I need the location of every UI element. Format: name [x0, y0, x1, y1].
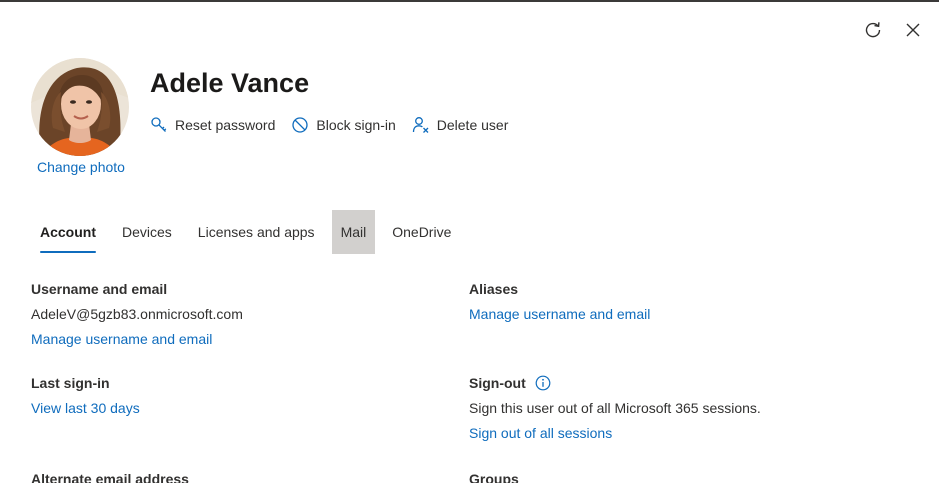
alternate-email-title: Alternate email address [31, 471, 189, 483]
profile-photo [31, 58, 129, 156]
avatar [31, 58, 129, 156]
manage-username-link[interactable]: Manage username and email [31, 331, 243, 347]
last-sign-in-section: Last sign-in View last 30 days [31, 375, 140, 416]
groups-section: Groups [469, 471, 519, 483]
aliases-title: Aliases [469, 281, 519, 297]
username-value: AdeleV@5gzb83.onmicrosoft.com [31, 306, 243, 322]
username-email-title: Username and email [31, 281, 168, 297]
close-icon[interactable] [902, 19, 924, 41]
tab-onedrive[interactable]: OneDrive [383, 210, 460, 254]
info-icon[interactable] [535, 375, 551, 391]
sign-out-section: Sign-out Sign this user out of all Micro… [469, 375, 761, 441]
tab-mail[interactable]: Mail [331, 210, 376, 254]
block-icon [291, 116, 309, 134]
change-photo-link[interactable]: Change photo [37, 159, 125, 175]
sign-out-all-sessions-link[interactable]: Sign out of all sessions [469, 425, 761, 441]
last-sign-in-title: Last sign-in [31, 375, 110, 391]
tab-devices[interactable]: Devices [113, 210, 181, 254]
delete-user-icon [412, 116, 430, 134]
user-details-panel: Change photo Adele Vance Reset password … [0, 0, 939, 483]
reset-password-label: Reset password [175, 117, 276, 133]
delete-user-label: Delete user [436, 117, 509, 133]
sign-out-title-row: Sign-out [469, 375, 761, 391]
block-sign-in-label: Block sign-in [316, 117, 396, 133]
reset-password-button[interactable]: Reset password [150, 116, 275, 134]
tab-bar: Account Devices Licenses and apps Mail O… [31, 210, 468, 254]
panel-top-actions [862, 19, 924, 41]
tab-licenses-and-apps[interactable]: Licenses and apps [189, 210, 324, 254]
block-sign-in-button[interactable]: Block sign-in [291, 116, 396, 134]
manage-aliases-link[interactable]: Manage username and email [469, 306, 650, 322]
user-display-name: Adele Vance [150, 68, 310, 98]
username-email-section: Username and email AdeleV@5gzb83.onmicro… [31, 281, 243, 347]
sign-out-title: Sign-out [469, 375, 526, 391]
sign-out-description: Sign this user out of all Microsoft 365 … [469, 400, 761, 416]
aliases-section: Aliases Manage username and email [469, 281, 650, 322]
key-icon [150, 116, 168, 134]
user-action-bar: Reset password Block sign-in Delete user [150, 116, 524, 134]
alternate-email-section: Alternate email address [31, 471, 189, 483]
view-last-30-days-link[interactable]: View last 30 days [31, 400, 140, 416]
refresh-icon[interactable] [862, 19, 884, 41]
groups-title: Groups [469, 471, 519, 483]
tab-account[interactable]: Account [31, 210, 105, 254]
delete-user-button[interactable]: Delete user [412, 116, 509, 134]
